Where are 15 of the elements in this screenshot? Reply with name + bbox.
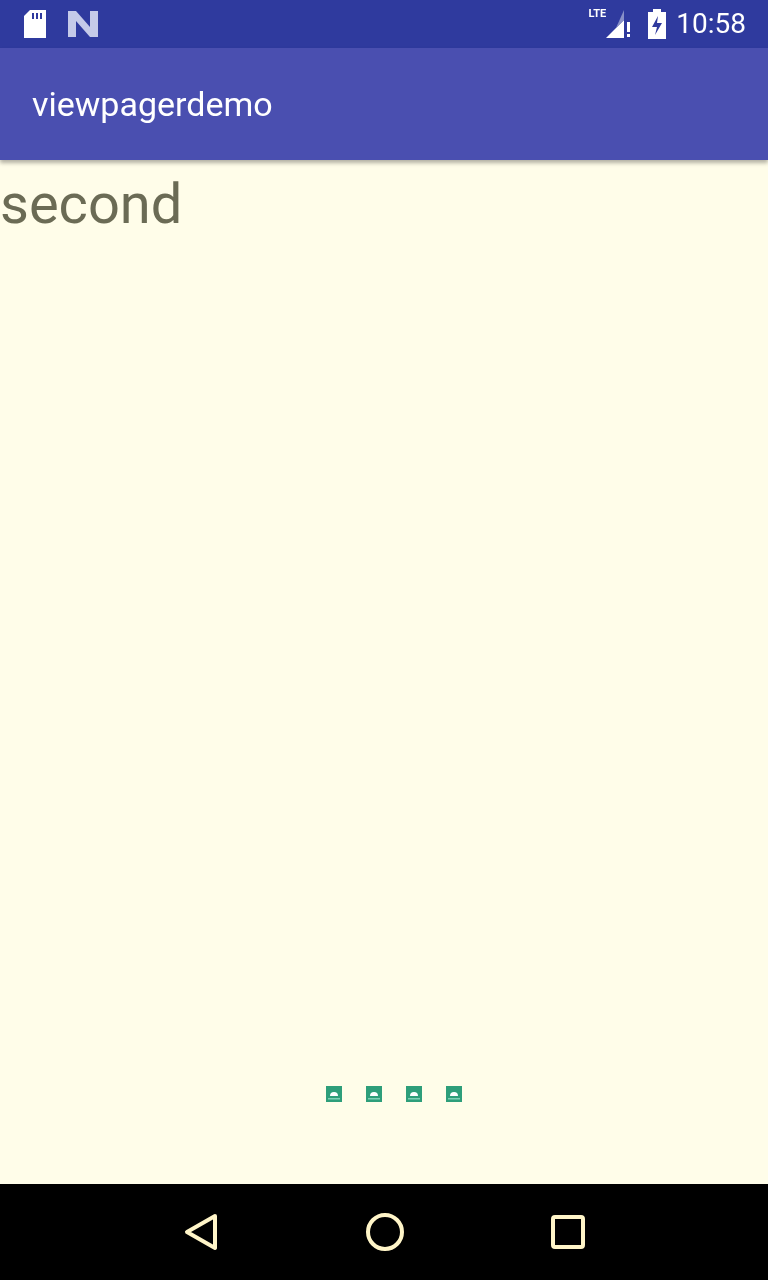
sd-card-icon — [22, 10, 48, 38]
clock: 10:58 — [676, 10, 746, 38]
battery-charging-icon — [648, 9, 667, 39]
image-placeholder-icon — [366, 1086, 382, 1102]
home-icon[interactable] — [365, 1212, 405, 1252]
network-type: LTE — [588, 8, 607, 19]
image-placeholder-icon — [326, 1086, 342, 1102]
back-icon[interactable] — [183, 1213, 219, 1251]
n-logo-icon — [68, 11, 98, 37]
recents-icon[interactable] — [551, 1215, 585, 1249]
signal-icon — [606, 10, 633, 38]
image-placeholder-icon — [446, 1086, 462, 1102]
image-placeholder-icon — [406, 1086, 422, 1102]
page-label: second — [0, 176, 184, 232]
app-title: viewpagerdemo — [32, 82, 273, 126]
